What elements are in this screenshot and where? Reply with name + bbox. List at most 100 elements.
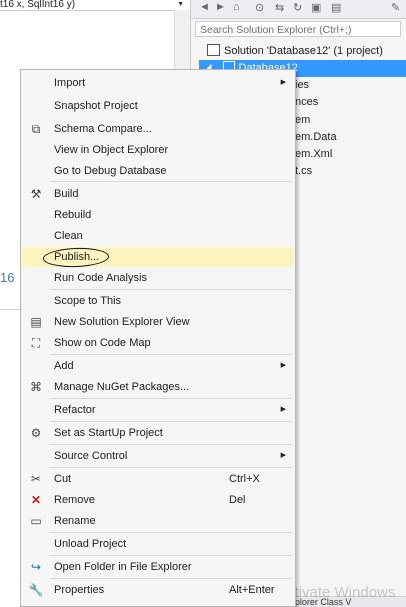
menu-item-run-code-analysis[interactable]: Run Code Analysis [22,268,294,288]
search-placeholder: Search Solution Explorer (Ctrl+;) [200,24,352,36]
tree-item[interactable]: em.Xml [295,146,332,163]
menu-item-manage-nuget-packages[interactable]: ⌘ Manage NuGet Packages... [22,377,294,397]
menu-item-label: Properties [54,584,105,596]
solution-explorer-search[interactable]: Search Solution Explorer (Ctrl+;) [195,21,401,37]
menu-item-remove[interactable]: ✕ Remove Del [22,490,294,510]
menu-item-cut[interactable]: ✂ Cut Ctrl+X [22,469,294,489]
menu-separator [50,289,292,290]
refresh-icon[interactable]: ↻ [293,1,302,14]
remove-x-icon: ✕ [30,493,42,507]
chevron-down-icon: ▼ [177,1,184,8]
menu-item-add[interactable]: Add ▶ [22,356,294,376]
code-map-icon: ⛶ [31,336,41,350]
menu-item-open-folder-in-file-explorer[interactable]: ↪ Open Folder in File Explorer [22,557,294,577]
menu-item-label: Source Control [54,450,128,462]
menu-item-label: Set as StartUp Project [54,427,163,439]
menu-item-label: Remove [54,494,95,506]
open-folder-icon: ↪ [30,560,42,574]
menu-item-rebuild[interactable]: Rebuild [22,205,294,225]
menu-item-label: Build [54,188,79,200]
menu-item-properties[interactable]: 🔧 Properties Alt+Enter [22,580,294,600]
tree-item[interactable]: em [295,112,310,129]
tree-item[interactable]: nces [295,94,318,111]
tree-item[interactable]: em.Data [295,129,337,146]
menu-item-label: Snapshot Project [54,100,138,112]
menu-item-label: Go to Debug Database [54,165,167,177]
menu-separator [50,181,292,182]
submenu-arrow-icon: ▶ [280,406,286,413]
rename-icon: ▭ [30,514,42,528]
menu-item-import[interactable]: Import ▶ [22,73,294,93]
menu-item-label: Open Folder in File Explorer [54,561,192,573]
menu-item-shortcut: Ctrl+X [229,473,260,485]
submenu-arrow-icon: ▶ [280,362,286,369]
menu-item-set-as-startup-project[interactable]: ⚙ Set as StartUp Project [22,423,294,443]
menu-item-clean[interactable]: Clean [22,226,294,246]
menu-item-rename[interactable]: ▭ Rename [22,511,294,531]
menu-separator [50,532,292,533]
submenu-arrow-icon: ▶ [280,452,286,459]
menu-item-label: Publish... [54,251,100,263]
gear-icon: ⚙ [30,426,42,440]
forward-icon[interactable]: ► [215,1,226,13]
menu-item-shortcut: Del [229,494,246,506]
menu-item-scope-to-this[interactable]: Scope to This [22,291,294,311]
tree-item-label: Solution 'Database12' (1 project) [224,45,383,57]
editor-text-fragment: 16 [0,270,15,285]
menu-item-label: New Solution Explorer View [54,316,190,328]
schema-compare-icon: ⧉ [31,122,41,136]
menu-separator [50,354,292,355]
new-view-icon: ▤ [30,315,42,329]
menu-item-label: Manage NuGet Packages... [54,381,190,393]
tree-item-solution[interactable]: Solution 'Database12' (1 project) [207,43,383,60]
properties-wrench-icon[interactable]: ✎ [391,1,400,14]
solution-icon [207,44,220,57]
menu-item-label: Schema Compare... [54,123,152,135]
menu-separator [50,398,292,399]
tree-item[interactable]: ies [295,77,309,94]
tree-item[interactable]: t.cs [295,163,312,180]
menu-item-source-control[interactable]: Source Control ▶ [22,446,294,466]
sync-icon[interactable]: ⇆ [275,1,284,14]
menu-item-show-on-code-map[interactable]: ⛶ Show on Code Map [22,333,294,353]
menu-item-snapshot-project[interactable]: Snapshot Project [22,96,294,116]
menu-item-label: Refactor [54,404,96,416]
menu-separator [50,444,292,445]
show-files-icon[interactable]: ▤ [331,1,341,14]
menu-item-label: Add [54,360,74,372]
member-dropdown[interactable]: t16 x, SqlInt16 y) ▼ [0,0,186,11]
menu-item-label: Rename [54,515,96,527]
menu-item-refactor[interactable]: Refactor ▶ [22,400,294,420]
home-icon[interactable]: ⌂ [233,1,240,13]
wrench-icon: 🔧 [28,583,44,597]
menu-item-label: Show on Code Map [54,337,151,349]
menu-item-label: Scope to This [54,295,122,307]
menu-item-label: View in Object Explorer [54,144,169,156]
menu-item-unload-project[interactable]: Unload Project [22,534,294,554]
menu-item-publish[interactable]: Publish... [22,246,294,269]
menu-item-new-solution-explorer-view[interactable]: ▤ New Solution Explorer View [22,312,294,332]
solution-explorer-toolbar: ◄ ► ⌂ ⊙ ⇆ ↻ ▣ ▤ ✎ [191,0,406,19]
menu-separator [50,555,292,556]
submenu-arrow-icon: ▶ [280,79,286,86]
menu-item-build[interactable]: ⚒ Build [22,184,294,204]
menu-item-label: Rebuild [54,209,92,221]
menu-item-go-to-debug-database[interactable]: Go to Debug Database [22,161,294,181]
menu-item-label: Unload Project [54,538,127,550]
menu-separator [50,467,292,468]
scissors-icon: ✂ [30,472,42,486]
menu-item-shortcut: Alt+Enter [229,584,275,596]
member-dropdown-value: t16 x, SqlInt16 y) [0,0,76,10]
back-icon[interactable]: ◄ [199,1,210,13]
menu-item-label: Cut [54,473,72,485]
nuget-icon: ⌘ [30,380,42,394]
menu-separator [50,578,292,579]
menu-item-label: Run Code Analysis [54,272,147,284]
menu-item-label: Clean [54,230,83,242]
history-icon[interactable]: ⊙ [255,1,264,14]
menu-item-label: Import [54,77,86,89]
menu-item-schema-compare[interactable]: ⧉ Schema Compare... [22,119,294,139]
collapse-icon[interactable]: ▣ [311,1,321,14]
build-icon: ⚒ [30,187,42,201]
menu-item-view-in-object-explorer[interactable]: View in Object Explorer [22,140,294,160]
